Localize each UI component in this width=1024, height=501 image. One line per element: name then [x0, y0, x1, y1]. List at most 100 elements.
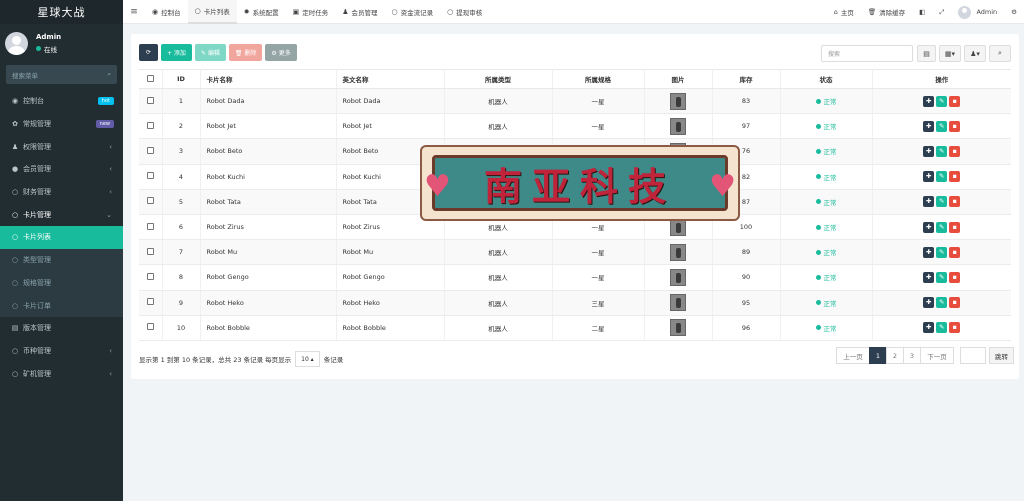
tab-1[interactable]: ○ 卡片列表: [187, 0, 237, 24]
row-checkbox[interactable]: [146, 272, 154, 280]
row-select[interactable]: [139, 239, 163, 266]
more-button[interactable]: ⚙ 更多: [265, 44, 297, 61]
sidebar-item-7[interactable]: ○ 类型管理: [0, 248, 123, 272]
sidebar-item-10[interactable]: ▤ 版本管理: [0, 317, 123, 340]
delete-row-icon[interactable]: ▪: [949, 221, 961, 233]
add-button[interactable]: + 添加: [161, 44, 192, 61]
jump-page-input[interactable]: [960, 347, 986, 364]
table-row[interactable]: 10 Robot Bobble Robot Bobble 机器人 二星 96 正常 ✚ ✎ ▪: [139, 315, 1011, 341]
row-checkbox[interactable]: [146, 197, 154, 205]
delete-button[interactable]: 🗑 删除: [228, 44, 263, 61]
col-status[interactable]: 状态: [780, 69, 873, 89]
select-all-header[interactable]: [139, 69, 163, 89]
clear-cache-button[interactable]: 🗑 清除缓存: [861, 7, 912, 17]
col-name[interactable]: 卡片名称: [200, 69, 337, 89]
drag-sort-icon[interactable]: ✚: [923, 297, 935, 309]
export-dropdown-icon[interactable]: ♟▾: [964, 45, 986, 62]
delete-row-icon[interactable]: ▪: [949, 120, 961, 132]
page-size-select[interactable]: 10 ▴: [295, 351, 320, 367]
drag-sort-icon[interactable]: ✚: [923, 221, 935, 233]
drag-sort-icon[interactable]: ✚: [923, 145, 935, 157]
edit-row-icon[interactable]: ✎: [936, 297, 948, 309]
col-image[interactable]: 图片: [644, 69, 713, 89]
sidebar-item-11[interactable]: ○ 币种管理 ‹: [0, 340, 123, 363]
tab-2[interactable]: ✹ 系统配置: [237, 0, 286, 24]
drag-sort-icon[interactable]: ✚: [923, 95, 935, 107]
tab-6[interactable]: ○ 提现审核: [440, 0, 489, 24]
page-3-button[interactable]: 3: [903, 347, 921, 364]
jump-button[interactable]: 跳转: [989, 347, 1014, 364]
search-icon[interactable]: ⌕: [107, 70, 111, 79]
delete-row-icon[interactable]: ▪: [949, 145, 961, 157]
delete-row-icon[interactable]: ▪: [949, 297, 961, 309]
col-spec[interactable]: 所属规格: [552, 69, 645, 89]
row-checkbox[interactable]: [146, 121, 154, 129]
edit-row-icon[interactable]: ✎: [936, 95, 948, 107]
menu-search-input[interactable]: 搜索菜单 ⌕: [6, 65, 117, 84]
drag-sort-icon[interactable]: ✚: [923, 196, 935, 208]
brand-logo[interactable]: 星球大战: [0, 0, 123, 24]
card-thumbnail[interactable]: [670, 117, 686, 135]
tab-4[interactable]: ♟ 会员管理: [335, 0, 384, 24]
card-thumbnail[interactable]: [670, 268, 686, 286]
row-select[interactable]: [139, 138, 163, 165]
row-checkbox[interactable]: [146, 146, 154, 154]
edit-row-icon[interactable]: ✎: [936, 246, 948, 258]
table-search-input[interactable]: 搜索: [821, 45, 913, 62]
home-link[interactable]: ⌂ 主页: [827, 7, 861, 17]
table-row[interactable]: 7 Robot Mu Robot Mu 机器人 一星 89 正常 ✚ ✎ ▪: [139, 239, 1011, 266]
edit-row-icon[interactable]: ✎: [936, 171, 948, 183]
card-thumbnail[interactable]: [670, 319, 686, 337]
edit-row-icon[interactable]: ✎: [936, 196, 948, 208]
drag-sort-icon[interactable]: ✚: [923, 271, 935, 283]
col-id[interactable]: ID: [162, 69, 201, 89]
delete-row-icon[interactable]: ▪: [949, 196, 961, 208]
row-select[interactable]: [139, 290, 163, 316]
common-search-icon[interactable]: ⌕: [989, 45, 1011, 62]
row-select[interactable]: [139, 264, 163, 291]
table-row[interactable]: 9 Robot Heko Robot Heko 机器人 三星 95 正常 ✚ ✎ ▪: [139, 290, 1011, 316]
edit-button[interactable]: ✎ 编辑: [194, 44, 226, 61]
edit-row-icon[interactable]: ✎: [936, 221, 948, 233]
delete-row-icon[interactable]: ▪: [949, 322, 961, 334]
edit-row-icon[interactable]: ✎: [936, 145, 948, 157]
sidebar-item-3[interactable]: ● 会员管理 ‹: [0, 158, 123, 181]
row-checkbox[interactable]: [146, 298, 154, 306]
page-2-button[interactable]: 2: [886, 347, 904, 364]
col-en-name[interactable]: 英文名称: [336, 69, 445, 89]
select-all-checkbox[interactable]: [146, 74, 154, 82]
row-select[interactable]: [139, 113, 163, 140]
row-select[interactable]: [139, 189, 163, 215]
row-select[interactable]: [139, 214, 163, 241]
next-page-button[interactable]: 下一页: [920, 347, 954, 364]
sidebar-item-12[interactable]: ○ 矿机管理 ‹: [0, 362, 123, 385]
edit-row-icon[interactable]: ✎: [936, 322, 948, 334]
delete-row-icon[interactable]: ▪: [949, 171, 961, 183]
row-checkbox[interactable]: [146, 172, 154, 180]
tab-3[interactable]: ▣ 定时任务: [286, 0, 336, 24]
sidebar-item-8[interactable]: ○ 规格管理: [0, 271, 123, 295]
settings-gear-icon[interactable]: ⚙: [1004, 8, 1024, 16]
drag-sort-icon[interactable]: ✚: [923, 322, 935, 334]
edit-row-icon[interactable]: ✎: [936, 120, 948, 132]
prev-page-button[interactable]: 上一页: [836, 347, 870, 364]
sidebar-toggle-icon[interactable]: ≡: [123, 7, 145, 17]
sidebar-item-5[interactable]: ○ 卡片管理 ⌄: [0, 203, 123, 226]
table-row[interactable]: 2 Robot Jet Robot Jet 机器人 一星 97 正常 ✚ ✎ ▪: [139, 113, 1011, 140]
sidebar-item-0[interactable]: ◉ 控制台 hot: [0, 90, 123, 113]
row-checkbox[interactable]: [146, 247, 154, 255]
tab-0[interactable]: ◉ 控制台: [145, 0, 188, 24]
drag-sort-icon[interactable]: ✚: [923, 120, 935, 132]
toggle-view-icon[interactable]: ▤: [917, 45, 936, 62]
delete-row-icon[interactable]: ▪: [949, 246, 961, 258]
tab-5[interactable]: ○ 资金流记录: [385, 0, 441, 24]
table-row[interactable]: 1 Robot Dada Robot Dada 机器人 一星 83 正常 ✚ ✎ ▪: [139, 88, 1011, 115]
user-menu[interactable]: Admin: [951, 5, 1004, 19]
columns-dropdown-icon[interactable]: ▦▾: [939, 45, 961, 62]
sidebar-item-9[interactable]: ○ 卡片订单: [0, 294, 123, 317]
card-thumbnail[interactable]: [670, 294, 686, 312]
multi-lang-icon[interactable]: ◧: [912, 8, 932, 16]
drag-sort-icon[interactable]: ✚: [923, 171, 935, 183]
row-checkbox[interactable]: [146, 323, 154, 331]
col-stock[interactable]: 库存: [712, 69, 781, 89]
